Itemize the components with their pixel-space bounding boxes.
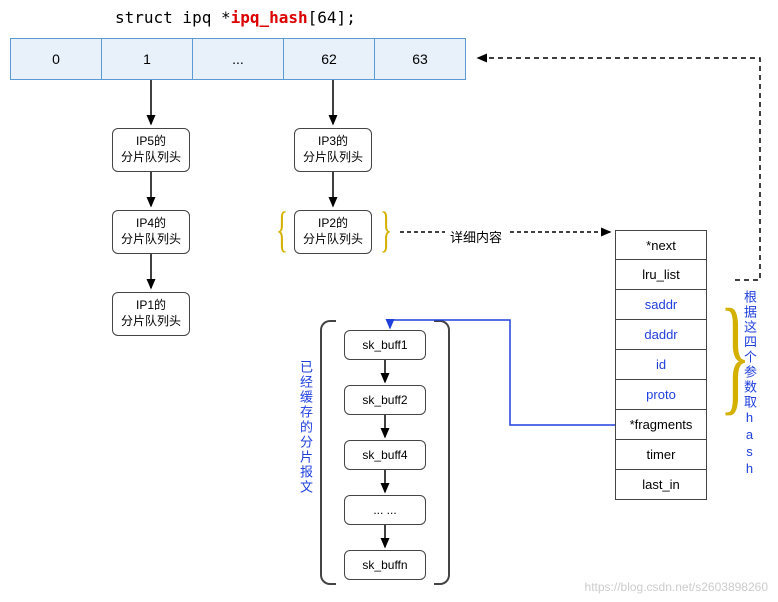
ipq-struct: *next lru_list saddr daddr id proto *fra… xyxy=(615,230,707,500)
field-lru: lru_list xyxy=(615,260,707,290)
ip5-node: IP5的 分片队列头 xyxy=(112,128,190,172)
hash-caption: 根据这四个参数取hash xyxy=(740,290,759,478)
title-prefix: struct ipq * xyxy=(115,8,231,27)
hash-cell-0: 0 xyxy=(10,38,102,80)
ip4-node: IP4的 分片队列头 xyxy=(112,210,190,254)
brace-right-icon: } xyxy=(380,200,392,258)
field-next: *next xyxy=(615,230,707,260)
skb-dots: ... ... xyxy=(344,495,426,525)
title-name: ipq_hash xyxy=(231,8,308,27)
field-fragments: *fragments xyxy=(615,410,707,440)
title-suffix: [64]; xyxy=(308,8,356,27)
watermark: https://blog.csdn.net/s2603898260 xyxy=(585,580,768,594)
skb2: sk_buff2 xyxy=(344,385,426,415)
ip1-label: IP1的 分片队列头 xyxy=(121,298,181,329)
field-daddr: daddr xyxy=(615,320,707,350)
detail-label: 详细内容 xyxy=(450,227,502,246)
field-saddr: saddr xyxy=(615,290,707,320)
skb4: sk_buff4 xyxy=(344,440,426,470)
ip4-label: IP4的 分片队列头 xyxy=(121,216,181,247)
ip1-node: IP1的 分片队列头 xyxy=(112,292,190,336)
skb-bracket-right-icon xyxy=(434,320,450,585)
skb-caption: 已经缓存的分片报文 xyxy=(296,360,315,495)
skbn: sk_buffn xyxy=(344,550,426,580)
ip2-label: IP2的 分片队列头 xyxy=(303,216,363,247)
hash-cell-63: 63 xyxy=(374,38,466,80)
ip3-label: IP3的 分片队列头 xyxy=(303,134,363,165)
hash-array: 0 1 ... 62 63 xyxy=(10,38,466,80)
skb-bracket-left-icon xyxy=(320,320,336,585)
skb1: sk_buff1 xyxy=(344,330,426,360)
field-lastin: last_in xyxy=(615,470,707,500)
ip2-node: IP2的 分片队列头 xyxy=(294,210,372,254)
field-id: id xyxy=(615,350,707,380)
brace-left-icon: { xyxy=(276,200,288,258)
hash-cell-1: 1 xyxy=(101,38,193,80)
field-timer: timer xyxy=(615,440,707,470)
ip3-node: IP3的 分片队列头 xyxy=(294,128,372,172)
hash-cell-62: 62 xyxy=(283,38,375,80)
hash-cell-dots: ... xyxy=(192,38,284,80)
field-proto: proto xyxy=(615,380,707,410)
struct-title: struct ipq *ipq_hash[64]; xyxy=(115,8,356,27)
ip5-label: IP5的 分片队列头 xyxy=(121,134,181,165)
